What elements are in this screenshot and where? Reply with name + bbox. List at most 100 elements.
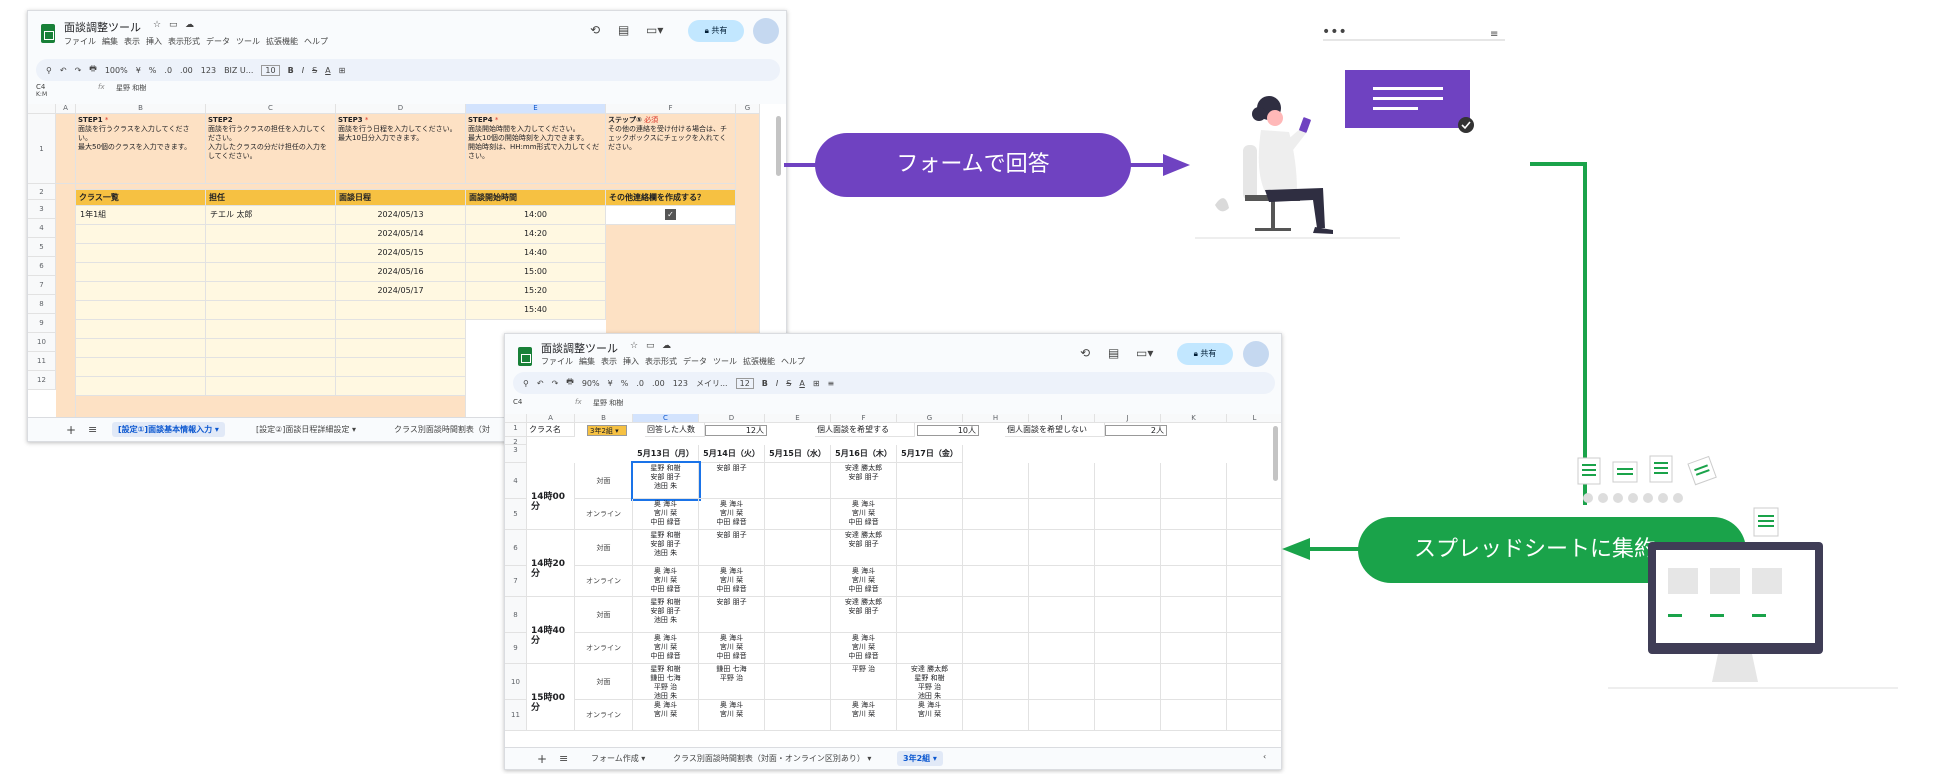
undo-icon[interactable]: ↶ [537,379,544,388]
teacher-cell[interactable] [206,225,336,244]
font-select[interactable]: BIZ U... [224,66,253,75]
timetable-cell[interactable]: 奥 海斗 宮川 栞中田 緑音 [699,633,765,664]
col-header[interactable]: B [76,104,206,114]
add-sheet-icon[interactable]: + [66,423,76,437]
date-cell[interactable] [336,358,466,377]
all-sheets-icon[interactable]: ≡ [88,423,97,436]
empty-cell[interactable] [1029,597,1095,633]
timetable-cell[interactable]: 奥 海斗 宮川 栞中田 緑音 [699,499,765,530]
borders-icon[interactable]: ⊞ [339,66,346,75]
teacher-cell[interactable] [206,320,336,339]
empty-cell[interactable] [1227,530,1281,566]
text-color-icon[interactable]: A [325,66,330,75]
col-header[interactable]: G [736,104,760,114]
timetable-cell[interactable]: 安部 朋子 [699,463,765,499]
class-cell[interactable]: 1年1組 [76,206,206,225]
tab-basic-info[interactable]: [設定①]面談基本情報入力 ▾ [112,422,225,437]
other-checkbox[interactable]: ✓ [606,206,736,225]
borders-icon[interactable]: ⊞ [813,379,820,388]
menu-help[interactable]: ヘルプ [304,37,328,46]
timetable-cell[interactable] [765,463,831,499]
row-header[interactable]: 10 [28,333,56,352]
redo-icon[interactable]: ↷ [75,66,82,75]
teacher-cell[interactable] [206,377,336,396]
col-header[interactable]: C [206,104,336,114]
empty-cell[interactable] [1161,633,1227,664]
row-header[interactable]: 11 [28,352,56,371]
row-header[interactable]: 3 [28,200,56,219]
date-cell[interactable]: 2024/05/15 [336,244,466,263]
empty-cell[interactable] [1227,566,1281,597]
align-icon[interactable]: ≡ [828,379,835,388]
timetable-cell[interactable]: 星野 和樹 安部 朋子 池田 朱 [633,597,699,633]
menu-extensions[interactable]: 拡張機能 [743,357,775,366]
empty-cell[interactable] [1161,566,1227,597]
empty-cell[interactable] [1161,664,1227,700]
row-header[interactable]: 2 [28,184,56,200]
meet-icon[interactable]: ▭▾ [1136,346,1153,360]
currency-icon[interactable]: ¥ [608,379,613,388]
time-cell[interactable]: 15:40 [466,301,606,320]
time-slot-cell[interactable]: 14時00分 [527,463,575,530]
row-header[interactable]: 8 [505,597,527,633]
bold-icon[interactable]: B [762,379,768,388]
empty-cell[interactable] [963,530,1029,566]
col-header[interactable]: J [1095,414,1161,423]
meet-icon[interactable]: ▭▾ [646,23,663,37]
class-cell[interactable] [76,377,206,396]
zoom-select[interactable]: 100% [105,66,128,75]
timetable-cell[interactable] [897,499,963,530]
decimal-dec-icon[interactable]: .0 [164,66,172,75]
italic-icon[interactable]: I [776,379,778,388]
menu-file[interactable]: ファイル [541,357,573,366]
teacher-cell[interactable]: チエル 太郎 [206,206,336,225]
timetable-cell[interactable]: 奥 海斗 宮川 栞 [699,700,765,731]
date-cell[interactable] [336,320,466,339]
timetable-cell[interactable] [765,566,831,597]
col-header[interactable]: A [56,104,76,114]
empty-cell[interactable] [1161,499,1227,530]
decimal-dec-icon[interactable]: .0 [636,379,644,388]
class-cell[interactable] [76,282,206,301]
timetable-cell[interactable]: 奥 海斗 宮川 栞中田 緑音 [633,633,699,664]
time-cell[interactable]: 14:20 [466,225,606,244]
timetable-cell[interactable] [765,530,831,566]
teacher-cell[interactable] [206,301,336,320]
class-cell[interactable] [76,263,206,282]
header-teacher[interactable]: 担任 [206,190,336,206]
col-header[interactable]: F [831,414,897,423]
class-cell[interactable] [76,320,206,339]
print-icon[interactable]: 🖶 [89,63,97,77]
vertical-scrollbar[interactable] [1273,426,1278,481]
row-header[interactable]: 3 [505,445,527,463]
date-cell[interactable] [336,377,466,396]
timetable-cell[interactable] [897,530,963,566]
col-header[interactable]: D [336,104,466,114]
checkbox-checked-icon[interactable]: ✓ [665,209,676,220]
col-header[interactable]: B [575,414,633,423]
search-icon[interactable]: ⚲ [523,379,529,388]
timetable-cell[interactable]: 安部 朋子 [699,597,765,633]
col-header[interactable]: C [633,414,699,423]
timetable-cell[interactable]: 奥 海斗 宮川 栞中田 緑音 [831,499,897,530]
timetable-cell[interactable]: 奥 海斗 宮川 栞中田 緑音 [831,566,897,597]
empty-cell[interactable] [963,566,1029,597]
format-more-icon[interactable]: 123 [201,66,216,75]
vertical-scrollbar[interactable] [776,116,781,176]
decimal-inc-icon[interactable]: .00 [180,66,193,75]
empty-cell[interactable] [1095,664,1161,700]
class-cell[interactable] [76,301,206,320]
mode-cell[interactable]: オンライン [575,499,633,530]
empty-cell[interactable] [963,499,1029,530]
mode-cell[interactable]: 対面 [575,664,633,700]
step3-cell[interactable]: STEP3 * 面談を行う日程を入力してください。 最大10日分入力できます。 [336,114,466,184]
sheet2-grid[interactable]: A B C D E F G H I J K L クラス名 3年2組 ▾ 回答した… [505,414,1281,750]
mode-cell[interactable]: 対面 [575,530,633,566]
empty-cell[interactable] [1227,597,1281,633]
col-header[interactable]: E [466,104,606,114]
col-header[interactable]: K [1161,414,1227,423]
empty-cell[interactable] [1095,530,1161,566]
timetable-cell[interactable]: 安達 勝太郎 安部 朋子 [831,597,897,633]
row-header[interactable]: 7 [28,276,56,295]
row-header[interactable]: 7 [505,566,527,597]
